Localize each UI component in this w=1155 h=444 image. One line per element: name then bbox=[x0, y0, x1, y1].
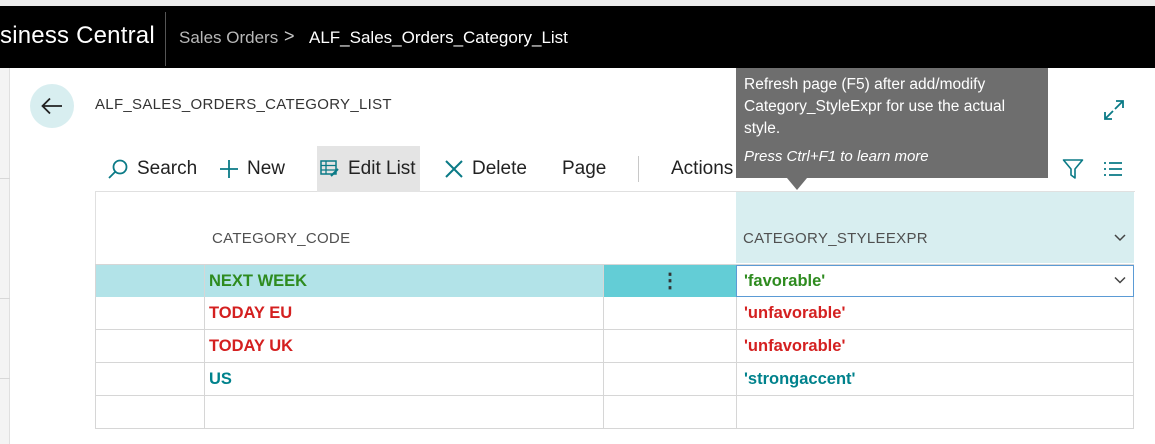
top-bar: siness Central Sales Orders > ALF_Sales_… bbox=[0, 0, 1155, 68]
table-row[interactable]: US 'strongaccent' bbox=[95, 363, 1134, 396]
page-menu-button[interactable]: Page bbox=[562, 146, 606, 192]
row-actions-cell[interactable] bbox=[603, 330, 736, 362]
delete-label: Delete bbox=[472, 158, 527, 179]
search-button[interactable]: Search bbox=[107, 146, 197, 192]
table-row[interactable] bbox=[95, 396, 1134, 429]
column-header-category-code[interactable]: CATEGORY_CODE bbox=[212, 230, 350, 247]
cell-category-code[interactable]: TODAY UK bbox=[204, 330, 603, 362]
table-row[interactable]: TODAY UK 'unfavorable' bbox=[95, 330, 1134, 363]
edit-list-icon bbox=[320, 160, 340, 178]
cell-category-code[interactable] bbox=[204, 396, 603, 428]
tooltip-hint: Press Ctrl+F1 to learn more bbox=[744, 148, 929, 165]
search-icon bbox=[107, 158, 129, 180]
table-row[interactable]: NEXT WEEK ⋮ 'favorable' bbox=[95, 264, 1134, 297]
actions-label: Actions bbox=[671, 158, 734, 179]
new-button[interactable]: New bbox=[219, 146, 285, 192]
row-actions-cell[interactable] bbox=[603, 297, 736, 329]
edit-list-label: Edit List bbox=[348, 158, 416, 179]
actions-menu-button[interactable]: Actions bbox=[671, 146, 733, 192]
breadcrumb-current[interactable]: ALF_Sales_Orders_Category_List bbox=[309, 28, 568, 48]
cell-category-styleexpr[interactable]: 'unfavorable' bbox=[736, 297, 1134, 329]
row-selector[interactable] bbox=[95, 297, 204, 329]
search-label: Search bbox=[137, 158, 198, 179]
breadcrumb-separator: > bbox=[284, 26, 295, 46]
cell-category-code[interactable]: NEXT WEEK bbox=[204, 265, 603, 297]
cell-category-styleexpr[interactable]: 'favorable' bbox=[736, 265, 1134, 297]
chevron-down-icon[interactable] bbox=[1113, 275, 1127, 285]
rail-tick bbox=[0, 378, 10, 379]
row-selector[interactable] bbox=[95, 363, 204, 395]
app-name[interactable]: siness Central bbox=[0, 22, 155, 50]
row-actions-button[interactable]: ⋮ bbox=[603, 265, 736, 297]
rail-tick bbox=[0, 298, 10, 299]
expand-icon[interactable] bbox=[1102, 98, 1126, 122]
page-label: Page bbox=[562, 158, 607, 179]
cell-category-styleexpr[interactable] bbox=[736, 396, 1134, 428]
cell-category-code[interactable]: US bbox=[204, 363, 603, 395]
edit-list-button[interactable]: Edit List bbox=[317, 146, 420, 192]
cell-category-code[interactable]: TODAY EU bbox=[204, 297, 603, 329]
breadcrumb-parent[interactable]: Sales Orders bbox=[179, 28, 278, 48]
row-selector[interactable] bbox=[95, 330, 204, 362]
left-rail bbox=[0, 68, 10, 444]
topbar-divider bbox=[165, 12, 166, 66]
close-icon bbox=[444, 159, 464, 179]
rail-tick bbox=[0, 178, 10, 179]
grid-border bbox=[95, 192, 96, 264]
delete-button[interactable]: Delete bbox=[444, 146, 527, 192]
new-label: New bbox=[247, 158, 286, 179]
row-selector[interactable] bbox=[95, 396, 204, 428]
tooltip: Refresh page (F5) after add/modify Categ… bbox=[736, 68, 1048, 178]
page-title: ALF_SALES_ORDERS_CATEGORY_LIST bbox=[95, 96, 392, 113]
cell-category-styleexpr[interactable]: 'strongaccent' bbox=[736, 363, 1134, 395]
table-row[interactable]: TODAY EU 'unfavorable' bbox=[95, 297, 1134, 330]
row-actions-cell[interactable] bbox=[603, 396, 736, 428]
arrow-left-icon bbox=[41, 97, 62, 115]
data-grid: NEXT WEEK ⋮ 'favorable' TODAY EU 'unfavo… bbox=[95, 264, 1134, 429]
styleexpr-value: 'favorable' bbox=[744, 271, 826, 290]
row-selector[interactable] bbox=[95, 265, 204, 297]
active-column-highlight bbox=[736, 192, 1134, 263]
chevron-down-icon[interactable] bbox=[1113, 232, 1127, 242]
row-actions-cell[interactable] bbox=[603, 363, 736, 395]
list-view-icon[interactable] bbox=[1103, 161, 1123, 177]
action-divider bbox=[638, 156, 639, 182]
more-options-icon: ⋮ bbox=[660, 270, 680, 292]
filter-icon[interactable] bbox=[1062, 158, 1084, 180]
column-header-category-styleexpr[interactable]: CATEGORY_STYLEEXPR bbox=[743, 230, 928, 247]
tooltip-arrow bbox=[787, 178, 807, 190]
window-strip bbox=[0, 0, 1155, 6]
plus-icon bbox=[219, 159, 239, 179]
cell-category-styleexpr[interactable]: 'unfavorable' bbox=[736, 330, 1134, 362]
back-button[interactable] bbox=[30, 84, 74, 128]
tooltip-text: Refresh page (F5) after add/modify Categ… bbox=[744, 76, 1006, 137]
